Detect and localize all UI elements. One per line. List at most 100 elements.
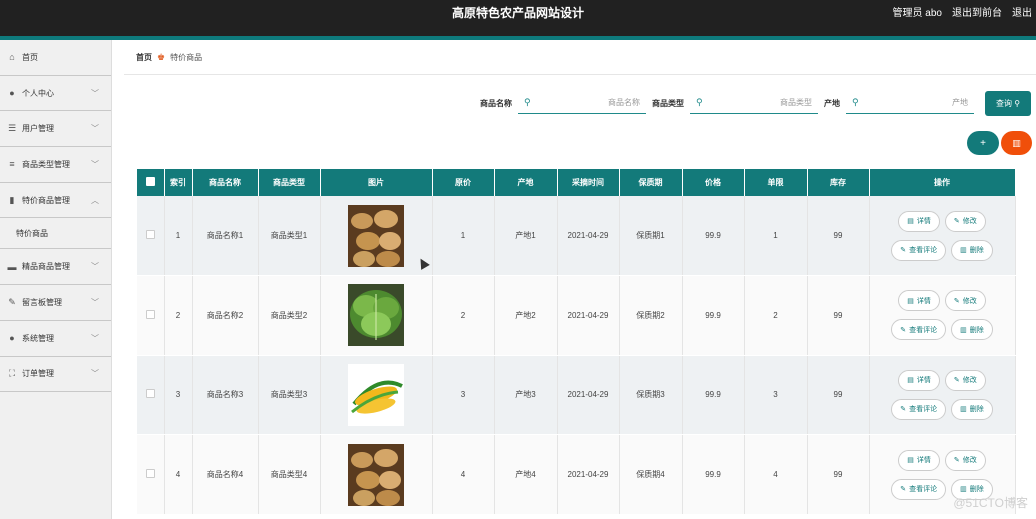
goods-table: 索引 商品名称 商品类型 图片 原价 产地 采摘时间 保质期 价格 单限 库存 … <box>137 169 1016 515</box>
edit-button[interactable]: ✎ 修改 <box>944 369 986 391</box>
cell-ops: ▤ 详情 ✎ 修改 ✎ 查看评论 ▥ 删除 <box>869 355 1016 436</box>
detail-button[interactable]: ▤ 详情 <box>898 449 940 471</box>
edit-icon: ✎ <box>953 218 960 226</box>
col-header: 采摘时间 <box>557 169 620 196</box>
cell-name: 商品名称4 <box>192 434 259 515</box>
home-icon: ⌂ <box>9 52 15 63</box>
cell-limit: 3 <box>744 355 808 436</box>
sidebar-subitem-special[interactable]: 特价商品 <box>0 218 111 250</box>
view-comments-button[interactable]: ✎ 查看评论 <box>891 319 947 341</box>
chevron-down-icon: ﹀ <box>91 333 99 343</box>
origin-search-input[interactable]: ⚲ 产地 <box>846 92 974 114</box>
select-all-checkbox[interactable] <box>137 169 165 196</box>
trash-icon: ▥ <box>960 247 967 255</box>
cell-pick-date: 2021-04-29 <box>557 275 620 356</box>
cell-picture <box>320 196 433 277</box>
search-icon: ⚲ <box>696 97 703 107</box>
cell-name: 商品名称3 <box>192 355 259 436</box>
col-header: 商品类型 <box>258 169 321 196</box>
chevron-down-icon: ﹀ <box>91 369 99 379</box>
message-icon: ✎ <box>8 296 16 307</box>
sidebar-item-goods-type[interactable]: ≡ 商品类型管理 ﹀ <box>0 147 111 183</box>
chevron-up-icon: ︿ <box>91 195 99 205</box>
sidebar-item-special-goods[interactable]: ▮ 特价商品管理 ︿ <box>0 183 111 219</box>
edit-button[interactable]: ✎ 修改 <box>944 210 986 232</box>
breadcrumb-home[interactable]: 首页 <box>136 52 152 63</box>
edit-icon: ✎ <box>900 486 907 494</box>
edit-button[interactable]: ✎ 修改 <box>944 290 986 312</box>
col-header: 产地 <box>494 169 558 196</box>
delete-button[interactable]: ▥ 删除 <box>951 319 993 341</box>
row-checkbox[interactable] <box>137 434 165 515</box>
cell-shelf-life: 保质期4 <box>619 434 683 515</box>
trash-icon: ▥ <box>960 326 967 334</box>
trash-icon: ▥ <box>960 486 967 494</box>
bar-chart-icon: ▮ <box>9 194 15 205</box>
sidebar-item-messages[interactable]: ✎ 留言板管理 ﹀ <box>0 285 111 321</box>
sidebar: ⌂ 首页 ● 个人中心 ﹀ ☰ 用户管理 ﹀ ≡ 商品类型管理 ﹀ ▮ 特价商品… <box>0 40 112 519</box>
row-checkbox[interactable] <box>137 275 165 356</box>
cell-name: 商品名称1 <box>192 196 259 277</box>
to-front-link[interactable]: 退出到前台 <box>952 4 1002 19</box>
sidebar-item-label: 个人中心 <box>22 88 54 98</box>
document-icon: ▤ <box>907 218 914 226</box>
name-label: 商品名称 <box>480 98 512 108</box>
row-checkbox[interactable] <box>137 355 165 436</box>
cell-ops: ▤ 详情 ✎ 修改 ✎ 查看评论 ▥ 删除 <box>869 196 1016 277</box>
sidebar-item-users[interactable]: ☰ 用户管理 ﹀ <box>0 111 111 148</box>
view-comments-button[interactable]: ✎ 查看评论 <box>891 398 947 420</box>
view-comments-button[interactable]: ✎ 查看评论 <box>891 239 947 261</box>
search-icon: ⚲ <box>852 97 859 107</box>
batch-delete-button[interactable]: ▥ <box>1001 131 1032 155</box>
type-search-input[interactable]: ⚲ 商品类型 <box>690 92 818 114</box>
table-header-row: 索引 商品名称 商品类型 图片 原价 产地 采摘时间 保质期 价格 单限 库存 … <box>137 169 1016 196</box>
view-comments-button[interactable]: ✎ 查看评论 <box>891 478 947 500</box>
cell-index: 2 <box>164 275 193 356</box>
sidebar-item-label: 商品类型管理 <box>22 159 70 169</box>
cell-index: 3 <box>164 355 193 436</box>
cell-limit: 1 <box>744 196 808 277</box>
order-icon: ⛶ <box>8 368 16 379</box>
cell-stock: 99 <box>807 355 870 436</box>
col-header: 库存 <box>807 169 870 196</box>
delete-button[interactable]: ▥ 删除 <box>951 239 993 261</box>
sidebar-item-home[interactable]: ⌂ 首页 <box>0 40 111 76</box>
sidebar-subitem-label: 特价商品 <box>16 228 48 238</box>
cell-shelf-life: 保质期2 <box>619 275 683 356</box>
goods-icon: ▬ <box>7 261 17 272</box>
detail-button[interactable]: ▤ 详情 <box>898 369 940 391</box>
chevron-down-icon: ﹀ <box>91 124 99 134</box>
cell-shelf-life: 保质期1 <box>619 196 683 277</box>
edit-button[interactable]: ✎ 修改 <box>944 449 986 471</box>
trash-icon: ▥ <box>960 406 967 414</box>
chevron-down-icon: ﹀ <box>91 159 99 169</box>
edit-icon: ✎ <box>953 377 960 385</box>
sidebar-item-orders[interactable]: ⛶ 订单管理 ﹀ <box>0 357 111 393</box>
search-button[interactable]: 查询 ⚲ <box>985 91 1031 116</box>
sidebar-item-profile[interactable]: ● 个人中心 ﹀ <box>0 76 111 112</box>
sidebar-item-system[interactable]: ● 系统管理 ﹀ <box>0 321 111 357</box>
edit-icon: ✎ <box>953 457 960 465</box>
cell-original-price: 4 <box>432 434 495 515</box>
row-checkbox[interactable] <box>137 196 165 277</box>
edit-icon: ✎ <box>900 326 907 334</box>
col-header: 索引 <box>164 169 193 196</box>
col-header: 原价 <box>432 169 495 196</box>
delete-button[interactable]: ▥ 删除 <box>951 398 993 420</box>
name-search-input[interactable]: ⚲ 商品名称 <box>518 92 646 114</box>
detail-button[interactable]: ▤ 详情 <box>898 290 940 312</box>
col-header: 图片 <box>320 169 433 196</box>
table-row: 3 商品名称3 商品类型3 3 产地3 2021-04-29 保质期3 99.9 3 99 ▤ 详情 ✎… <box>137 355 1016 436</box>
edit-icon: ✎ <box>900 247 907 255</box>
sidebar-item-premium-goods[interactable]: ▬ 精品商品管理 ﹀ <box>0 249 111 286</box>
cell-stock: 99 <box>807 275 870 356</box>
corn-image <box>348 363 404 426</box>
logout-link[interactable]: 退出 <box>1012 4 1032 19</box>
detail-button[interactable]: ▤ 详情 <box>898 210 940 232</box>
type-label: 商品类型 <box>652 98 684 108</box>
potato-image <box>348 443 404 506</box>
search-icon: ⚲ <box>1014 99 1021 108</box>
add-button[interactable]: + <box>967 131 999 155</box>
list-icon: ☰ <box>7 123 17 134</box>
cell-index: 4 <box>164 434 193 515</box>
